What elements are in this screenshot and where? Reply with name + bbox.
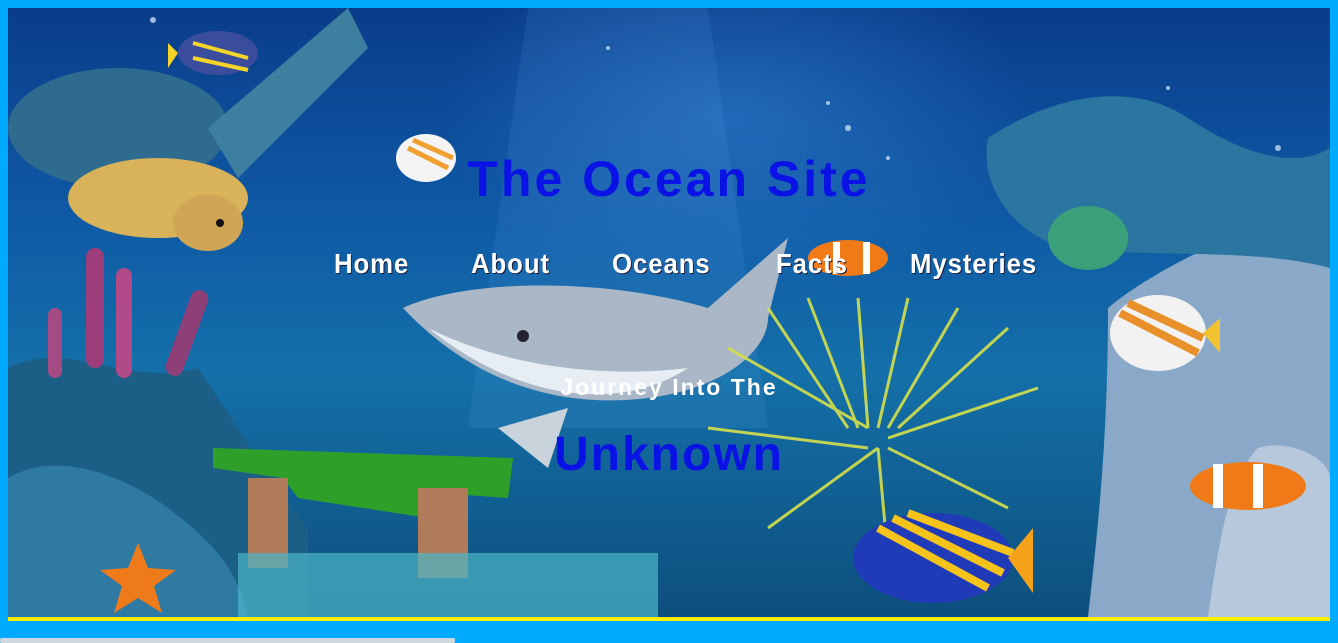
nav-link-oceans[interactable]: Oceans	[612, 248, 711, 280]
nav-link-home[interactable]: Home	[334, 248, 409, 280]
nav-link-about[interactable]: About	[471, 248, 550, 280]
horizontal-scrollbar[interactable]	[0, 638, 455, 643]
nav-link-mysteries[interactable]: Mysteries	[910, 248, 1037, 280]
hero-tagline-small: Journey Into The	[560, 374, 778, 400]
angelfish-icon	[853, 509, 1033, 603]
hero-tagline-big: Unknown	[554, 428, 784, 481]
bottom-accent-bar	[8, 617, 1330, 621]
hero-banner	[8, 8, 1330, 617]
nav-link-facts[interactable]: Facts	[776, 248, 848, 280]
main-nav: Home About Oceans Facts Mysteries	[0, 248, 1338, 288]
angelfish-icon	[168, 31, 258, 75]
site-title: The Ocean Site	[467, 151, 871, 207]
ocean-scene-illustration	[8, 8, 1330, 617]
